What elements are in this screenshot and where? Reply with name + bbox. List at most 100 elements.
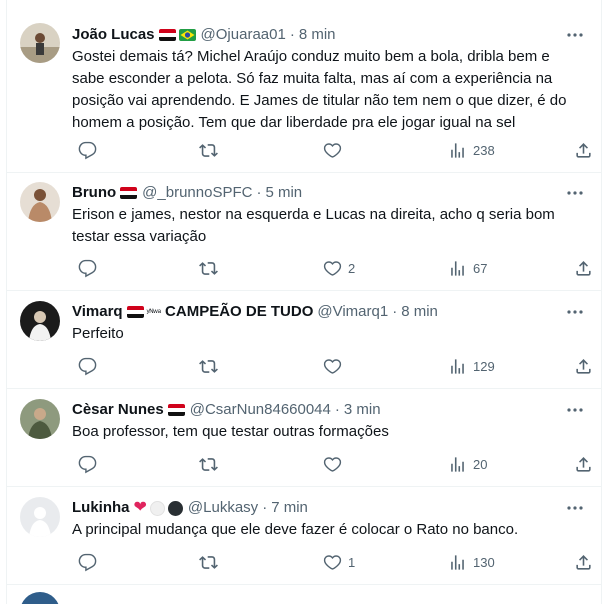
display-name[interactable]: Cèsar Nunes bbox=[72, 400, 164, 420]
retweet-icon bbox=[199, 359, 218, 373]
share-button[interactable] bbox=[574, 356, 593, 376]
avatar[interactable] bbox=[20, 592, 60, 604]
flag-spfc-icon bbox=[120, 187, 138, 199]
tweet[interactable]: Bruno @_brunnoSPFC · 5 min Erison e jame… bbox=[7, 173, 601, 291]
avatar[interactable] bbox=[20, 23, 60, 63]
views-button[interactable]: 238 bbox=[448, 140, 495, 160]
timestamp[interactable]: 8 min bbox=[401, 302, 438, 322]
retweet-button[interactable] bbox=[199, 356, 224, 376]
like-icon bbox=[323, 554, 342, 570]
views-button[interactable]: 130 bbox=[448, 552, 495, 572]
separator: · bbox=[289, 26, 295, 43]
reply-button[interactable] bbox=[78, 454, 103, 474]
reply-icon bbox=[78, 141, 97, 159]
tweet[interactable]: Cèsar Nunes @CsarNun84660044 · 3 min Boa… bbox=[7, 389, 601, 487]
display-name[interactable]: João Lucas bbox=[72, 25, 155, 45]
tweet[interactable] bbox=[7, 585, 601, 604]
timestamp[interactable]: 7 min bbox=[271, 498, 308, 518]
tweet-text: A principal mudança que ele deve fazer é… bbox=[72, 521, 519, 538]
retweet-button[interactable] bbox=[199, 258, 224, 278]
share-icon bbox=[576, 142, 591, 158]
reply-button[interactable] bbox=[78, 258, 103, 278]
tweet-header: Vimarq ʸᴺʷᵃ CAMPEÃO DE TUDO @Vimarq1 · 8… bbox=[72, 302, 561, 322]
tweet-header: João Lucas @Ojuaraa01 · 8 min bbox=[72, 25, 561, 45]
flag-spfc-icon bbox=[167, 404, 185, 416]
reply-button[interactable] bbox=[78, 552, 103, 572]
tweet-text: Erison e james, nestor na esquerda e Luc… bbox=[72, 206, 555, 245]
user-handle[interactable]: @CsarNun84660044 bbox=[190, 400, 331, 420]
views-icon bbox=[451, 260, 464, 276]
tweet-header: Cèsar Nunes @CsarNun84660044 · 3 min bbox=[72, 400, 561, 420]
flag-spfc-icon bbox=[126, 306, 144, 318]
more-icon[interactable] bbox=[565, 400, 585, 420]
views-icon bbox=[451, 456, 464, 472]
more-icon[interactable] bbox=[565, 25, 585, 45]
like-button[interactable] bbox=[323, 356, 348, 376]
share-button[interactable] bbox=[574, 454, 593, 474]
user-handle[interactable]: @Vimarq1 bbox=[317, 302, 388, 322]
separator: · bbox=[262, 499, 268, 516]
timestamp[interactable]: 8 min bbox=[299, 25, 336, 45]
timestamp[interactable]: 3 min bbox=[344, 400, 381, 420]
share-button[interactable] bbox=[574, 258, 593, 278]
retweet-button[interactable] bbox=[199, 454, 224, 474]
display-name[interactable]: Vimarq bbox=[72, 302, 123, 322]
display-name[interactable]: Bruno bbox=[72, 183, 116, 203]
flag-brazil-icon bbox=[178, 29, 196, 41]
share-icon bbox=[576, 260, 591, 276]
more-icon[interactable] bbox=[565, 183, 585, 203]
more-icon[interactable] bbox=[565, 302, 585, 322]
reply-button[interactable] bbox=[78, 356, 103, 376]
reply-icon bbox=[78, 259, 97, 277]
tweet-header: Lukinha ❤ @Lukkasy · 7 min bbox=[72, 498, 561, 518]
tweet[interactable]: Lukinha ❤ @Lukkasy · 7 min A principal m… bbox=[7, 487, 601, 585]
red-heart-icon: ❤ bbox=[133, 499, 147, 516]
share-icon bbox=[576, 554, 591, 570]
white-circle-icon bbox=[149, 500, 165, 516]
share-button[interactable] bbox=[574, 140, 593, 160]
avatar[interactable] bbox=[20, 301, 60, 341]
like-icon bbox=[323, 260, 342, 276]
separator: · bbox=[392, 303, 398, 320]
retweet-icon bbox=[199, 143, 218, 157]
avatar[interactable] bbox=[20, 182, 60, 222]
reply-icon bbox=[78, 553, 97, 571]
avatar[interactable] bbox=[20, 497, 60, 537]
like-button[interactable] bbox=[323, 454, 348, 474]
like-icon bbox=[323, 456, 342, 472]
share-button[interactable] bbox=[574, 552, 593, 572]
tweet-text: Gostei demais tá? Michel Araújo conduz m… bbox=[72, 48, 567, 131]
tweet-actions: 2 67 bbox=[72, 258, 591, 278]
tweet-text: Perfeito bbox=[72, 325, 124, 342]
user-handle[interactable]: @Lukkasy bbox=[188, 498, 258, 518]
views-button[interactable]: 20 bbox=[448, 454, 487, 474]
tweet-actions: 129 bbox=[72, 356, 591, 376]
share-icon bbox=[576, 358, 591, 374]
like-button[interactable] bbox=[323, 140, 348, 160]
tweet[interactable]: João Lucas @Ojuaraa01 · 8 min Gostei dem… bbox=[7, 0, 601, 173]
timestamp[interactable]: 5 min bbox=[265, 183, 302, 203]
views-icon bbox=[451, 554, 464, 570]
more-icon[interactable] bbox=[565, 498, 585, 518]
user-handle[interactable]: @Ojuaraa01 bbox=[201, 25, 286, 45]
retweet-button[interactable] bbox=[199, 140, 224, 160]
tweet-actions: 20 bbox=[72, 454, 591, 474]
like-button[interactable]: 2 bbox=[323, 258, 355, 278]
user-handle[interactable]: @_brunnoSPFC bbox=[142, 183, 252, 203]
retweet-icon bbox=[199, 457, 218, 471]
like-icon bbox=[323, 358, 342, 374]
reply-button[interactable] bbox=[78, 140, 103, 160]
flag-spfc-icon bbox=[158, 29, 176, 41]
retweet-button[interactable] bbox=[199, 552, 224, 572]
display-name[interactable]: Lukinha bbox=[72, 498, 130, 518]
tweet[interactable]: Vimarq ʸᴺʷᵃ CAMPEÃO DE TUDO @Vimarq1 · 8… bbox=[7, 291, 601, 389]
tweet-text: Boa professor, tem que testar outras for… bbox=[72, 423, 389, 440]
retweet-icon bbox=[199, 261, 218, 275]
avatar[interactable] bbox=[20, 399, 60, 439]
separator: · bbox=[334, 401, 340, 418]
retweet-icon bbox=[199, 555, 218, 569]
views-button[interactable]: 129 bbox=[448, 356, 495, 376]
like-button[interactable]: 1 bbox=[323, 552, 355, 572]
views-icon bbox=[451, 358, 464, 374]
views-button[interactable]: 67 bbox=[448, 258, 487, 278]
